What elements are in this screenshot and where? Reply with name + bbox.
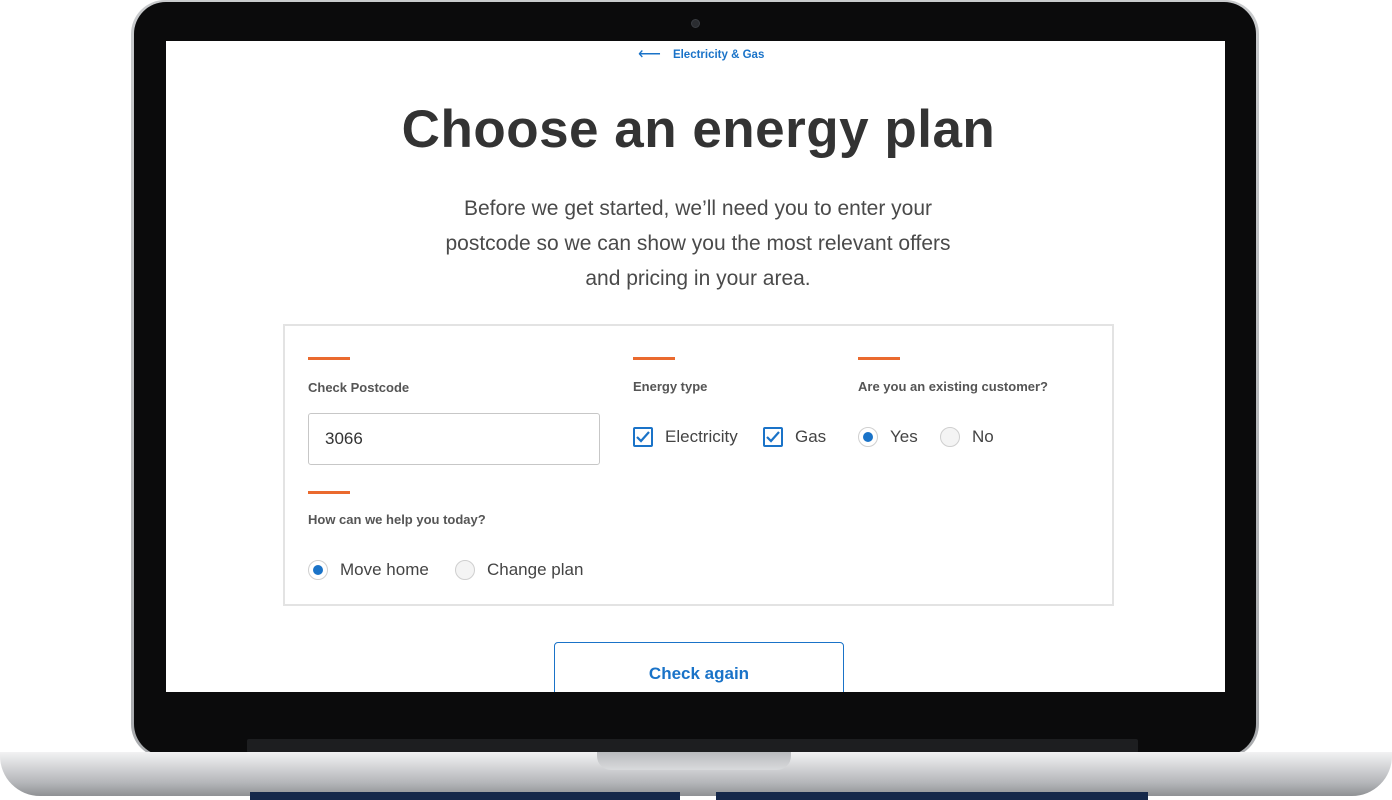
existing-yes-label: Yes — [890, 427, 918, 446]
checkbox-checked-icon — [763, 427, 783, 447]
left-arrow-icon: ⟵ — [638, 46, 661, 63]
postcode-label: Check Postcode — [308, 380, 410, 395]
checkbox-checked-icon — [633, 427, 653, 447]
laptop-foot-right — [716, 792, 1148, 800]
intro-line: and pricing in your area. — [585, 267, 811, 290]
existing-customer-accent-bar — [858, 357, 900, 360]
screen: ⟵ Electricity & Gas Choose an energy pla… — [166, 41, 1225, 692]
intro-line: Before we get started, we’ll need you to… — [463, 197, 933, 220]
plan-form-card: Check Postcode Energy type Electricity G… — [283, 324, 1114, 606]
intro-line: postcode so we can show you the most rel… — [445, 232, 951, 255]
check-again-button[interactable]: Check again — [554, 642, 844, 692]
laptop-bezel-hinge — [247, 739, 1138, 753]
gas-checkbox[interactable]: Gas — [763, 427, 826, 447]
radio-unselected-icon — [455, 560, 475, 580]
gas-label: Gas — [795, 427, 827, 446]
camera-icon — [691, 19, 700, 28]
move-home-radio[interactable]: Move home — [308, 560, 429, 580]
help-accent-bar — [308, 491, 350, 494]
radio-selected-icon — [308, 560, 328, 580]
change-plan-radio[interactable]: Change plan — [455, 560, 583, 580]
move-home-label: Move home — [340, 560, 429, 579]
electricity-checkbox[interactable]: Electricity — [633, 427, 738, 447]
change-plan-label: Change plan — [487, 560, 584, 579]
back-link-label: Electricity & Gas — [672, 49, 765, 61]
existing-yes-radio[interactable]: Yes — [858, 427, 918, 447]
postcode-accent-bar — [308, 357, 350, 360]
energy-type-label: Energy type — [633, 379, 708, 394]
laptop-base-notch — [597, 752, 791, 770]
existing-no-radio[interactable]: No — [940, 427, 994, 447]
existing-customer-label: Are you an existing customer? — [858, 379, 1048, 394]
laptop-foot-left — [250, 792, 680, 800]
existing-no-label: No — [972, 427, 994, 446]
energy-type-accent-bar — [633, 357, 675, 360]
postcode-input[interactable] — [308, 413, 600, 465]
page-title: Choose an energy plan — [401, 100, 996, 159]
intro-text: Before we get started, we’ll need you to… — [398, 191, 998, 296]
radio-selected-icon — [858, 427, 878, 447]
electricity-label: Electricity — [665, 427, 738, 446]
back-link[interactable]: ⟵ Electricity & Gas — [638, 47, 764, 63]
help-label: How can we help you today? — [308, 512, 486, 527]
radio-unselected-icon — [940, 427, 960, 447]
